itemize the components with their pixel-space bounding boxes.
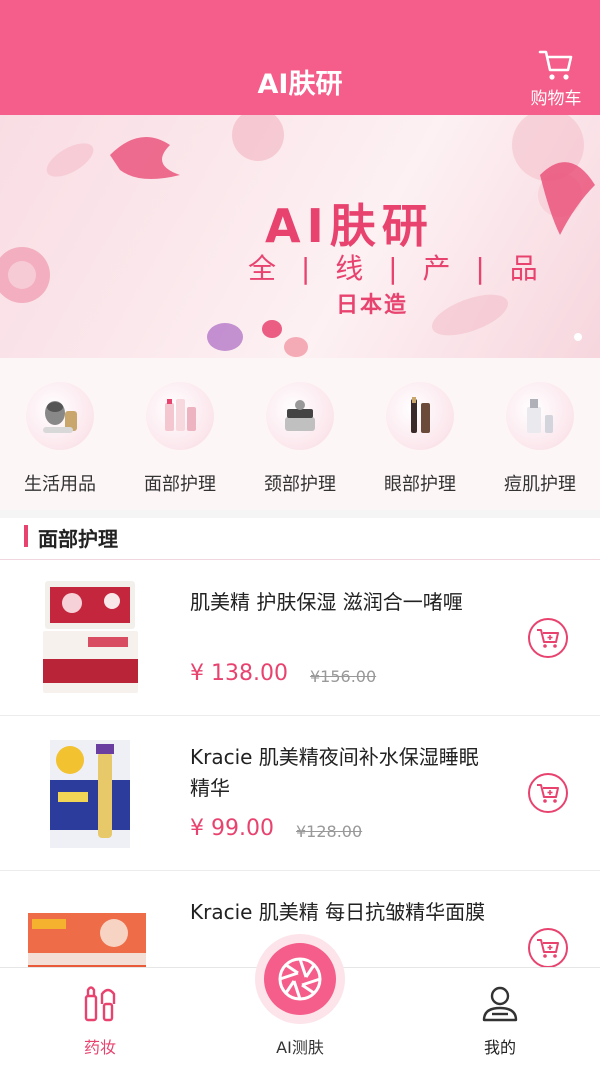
category-neck-care[interactable]: 颈部护理 (240, 358, 360, 510)
app-header: AI肤研 购物车 (0, 0, 600, 115)
category-label: 生活用品 (24, 474, 96, 495)
tab-makeup[interactable]: 药妆 (40, 968, 160, 1058)
shopping-cart-icon (538, 50, 573, 80)
product-item[interactable]: 肌美精 护肤保湿 滋润合一啫喱 ¥ 138.00 ¥156.00 (0, 561, 600, 716)
category-label: 颈部护理 (264, 474, 336, 495)
category-label: 面部护理 (144, 474, 216, 495)
category-face-care[interactable]: 面部护理 (120, 358, 240, 510)
category-daily-goods[interactable]: 生活用品 (0, 358, 120, 510)
acne-serum-icon (506, 382, 574, 450)
product-name: Kracie 肌美精夜间补水保湿睡眠精华 (190, 745, 479, 800)
section-header: 面部护理 (0, 518, 600, 560)
section-accent-bar (24, 525, 28, 547)
ai-scan-label: AI测肤 (276, 1038, 324, 1057)
category-eye-care[interactable]: 眼部护理 (360, 358, 480, 510)
divider (0, 510, 600, 518)
user-profile-icon (482, 986, 518, 1022)
product-price: ¥ 99.00 (190, 816, 274, 841)
banner-subtitle: 全 | 线 | 产 | 品 (248, 252, 546, 285)
eye-serum-icon (386, 382, 454, 450)
category-label: 痘肌护理 (504, 474, 576, 495)
product-name: 肌美精 护肤保湿 滋润合一啫喱 (190, 590, 463, 614)
product-item[interactable]: Kracie 肌美精夜间补水保湿睡眠精华 ¥ 99.00 ¥128.00 (0, 716, 600, 871)
add-to-cart-button[interactable] (528, 773, 568, 813)
camera-aperture-icon (264, 943, 336, 1015)
shaver-icon (26, 382, 94, 450)
carousel-indicator (574, 333, 582, 341)
add-to-cart-button[interactable] (528, 618, 568, 658)
category-label: 眼部护理 (384, 474, 456, 495)
add-to-cart-button[interactable] (528, 928, 568, 968)
banner-made-in: 日本造 (336, 293, 409, 318)
product-price: ¥ 138.00 (190, 661, 288, 686)
skincare-bottles-icon (146, 382, 214, 450)
product-image (50, 740, 130, 848)
add-to-cart-icon (537, 784, 559, 803)
ai-scan-button[interactable] (255, 934, 345, 1024)
section-title: 面部护理 (38, 527, 118, 551)
makeup-brush-icon (84, 986, 116, 1022)
tab-label: 药妆 (83, 1038, 116, 1057)
add-to-cart-icon (537, 629, 559, 648)
cart-label: 购物车 (530, 89, 582, 109)
product-image (43, 581, 138, 693)
category-acne-care[interactable]: 痘肌护理 (480, 358, 600, 510)
category-bar: 生活用品 面部护理 颈部护理 眼部护理 痘肌护理 (0, 358, 600, 510)
product-original-price: ¥156.00 (310, 667, 377, 686)
promo-banner[interactable]: AI肤研 全 | 线 | 产 | 品 日本造 (0, 115, 600, 358)
add-to-cart-icon (537, 939, 559, 958)
tab-label: 我的 (483, 1038, 516, 1057)
cart-button[interactable]: 购物车 (526, 48, 586, 109)
product-original-price: ¥128.00 (296, 822, 363, 841)
tab-mine[interactable]: 我的 (440, 968, 560, 1058)
page-title: AI肤研 (257, 69, 343, 100)
cream-jar-icon (266, 382, 334, 450)
product-name: Kracie 肌美精 每日抗皱精华面膜 (190, 900, 486, 924)
